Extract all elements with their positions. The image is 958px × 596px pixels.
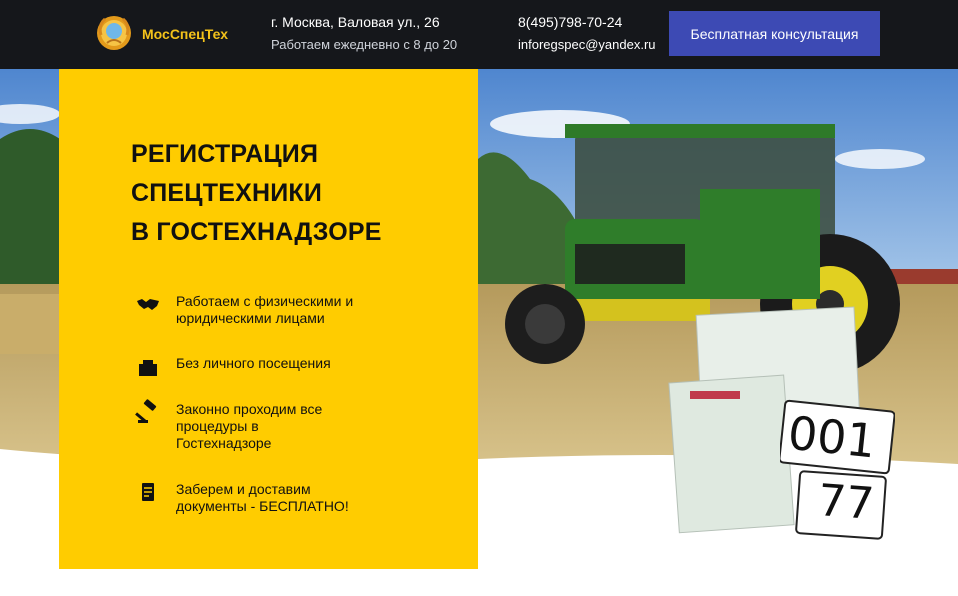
license-plate-image: 001 77: [780, 396, 895, 544]
feature-item: Законно проходим все процедуры в Гостехн…: [135, 399, 323, 452]
logo-emblem-icon[interactable]: [95, 13, 133, 53]
hero-title: РЕГИСТРАЦИЯ СПЕЦТЕХНИКИ В ГОСТЕХНАДЗОРЕ: [131, 135, 382, 252]
phone-link[interactable]: 8(495)798-70-24: [518, 14, 622, 30]
feature-text: Законно проходим все процедуры в Гостехн…: [176, 401, 323, 451]
hero-title-line: СПЕЦТЕХНИКИ: [131, 179, 323, 207]
feature-item: Работаем с физическими и юридическими ли…: [135, 293, 353, 327]
feature-item: Без личного посещения: [135, 355, 331, 379]
site-header: МосСпецТех г. Москва, Валовая ул., 26 Ра…: [0, 0, 958, 69]
plate-region-text: 77: [816, 475, 876, 530]
hero-title-line: В ГОСТЕХНАДЗОРЕ: [131, 218, 382, 246]
brand-name[interactable]: МосСпецТех: [142, 26, 228, 42]
address-text: г. Москва, Валовая ул., 26: [271, 14, 440, 30]
feature-text: Без личного посещения: [176, 355, 331, 371]
hero-title-line: РЕГИСТРАЦИЯ: [131, 140, 319, 168]
feature-text: Работаем с физическими и юридическими ли…: [176, 293, 354, 326]
email-link[interactable]: inforegspec@yandex.ru: [518, 37, 656, 52]
free-consultation-button[interactable]: Бесплатная консультация: [669, 11, 880, 56]
plate-number-text: 001: [785, 405, 879, 469]
building-icon: [135, 353, 161, 379]
feature-item: Заберем и доставим документы - БЕСПЛАТНО…: [135, 481, 349, 515]
feature-text: Заберем и доставим документы - БЕСПЛАТНО…: [176, 481, 349, 514]
handshake-icon: [135, 291, 161, 317]
hours-text: Работаем ежедневно с 8 до 20: [271, 37, 458, 52]
document-icon: [135, 479, 161, 505]
gavel-icon: [135, 399, 161, 425]
hero-card: РЕГИСТРАЦИЯ СПЕЦТЕХНИКИ В ГОСТЕХНАДЗОРЕ …: [59, 69, 478, 569]
